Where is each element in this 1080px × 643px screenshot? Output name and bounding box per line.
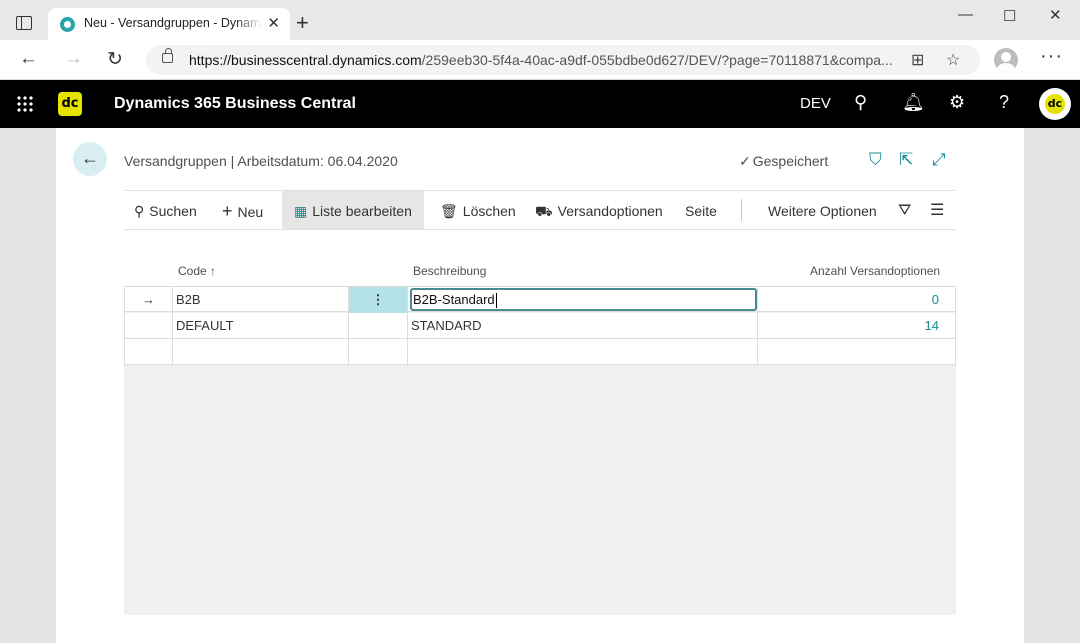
profile-avatar-icon[interactable] [994,48,1018,72]
list-view-icon[interactable]: ☰ [930,191,944,229]
code-cell[interactable] [173,339,349,365]
table-row[interactable]: → B2B ⋮ B2B-Standard 0 [124,286,956,313]
help-icon[interactable]: ? [999,92,1009,113]
edit-list-icon: ▦ [294,203,308,219]
business-central-favicon-icon [60,17,75,32]
url-text: https://businesscentral.dynamics.com/259… [189,52,893,68]
expand-icon[interactable]: ⤢ [932,150,946,170]
page-menu-button[interactable]: Seite [685,191,717,229]
close-tab-icon[interactable]: ✕ [267,14,280,32]
column-header-code[interactable]: Code ↑ [178,264,216,278]
forward-arrow-icon[interactable]: → [64,48,83,70]
checkmark-icon: ✓ [739,153,751,169]
app-available-icon[interactable]: ⊞ [911,50,924,70]
filter-icon[interactable]: ⛛ [898,191,911,229]
back-arrow-icon[interactable]: ← [19,48,38,70]
code-cell[interactable]: DEFAULT [173,313,349,339]
user-avatar[interactable]: dc [1039,88,1071,120]
app-header: dc Dynamics 365 Business Central DEV ⚲ 🔔… [0,80,1080,128]
description-input[interactable]: B2B-Standard [410,288,757,311]
new-button[interactable]: + Neu [222,191,263,229]
breadcrumb: Versandgruppen | Arbeitsdatum: 06.04.202… [124,153,398,169]
row-menu-cell[interactable] [349,313,408,339]
company-logo: dc [58,92,82,116]
url-input[interactable]: https://businesscentral.dynamics.com/259… [146,45,980,75]
bookmark-icon[interactable]: ⛉ [869,150,882,170]
search-button[interactable]: ⚲ Suchen [134,191,197,229]
browser-menu-icon[interactable]: ··· [1040,45,1063,68]
address-bar: ← → ↻ https://businesscentral.dynamics.c… [0,40,1080,80]
favorite-star-icon[interactable]: ☆ [946,50,960,70]
shipping-options-icon: ⛟ [535,203,553,219]
search-icon[interactable]: ⚲ [854,92,867,113]
back-button[interactable]: ← [73,142,107,176]
table-row[interactable]: DEFAULT STANDARD 14 [124,313,956,339]
settings-gear-icon[interactable]: ⚙ [949,92,965,113]
window-close-icon[interactable]: ✕ [1049,6,1062,24]
column-header-count[interactable]: Anzahl Versandoptionen [810,264,940,278]
description-cell[interactable]: STANDARD [408,313,758,339]
refresh-icon[interactable]: ↻ [107,48,123,71]
search-icon: ⚲ [134,203,145,219]
browser-tab-bar: Neu - Versandgruppen - Dynamics 365 Busi… [0,0,1080,40]
new-tab-icon[interactable]: + [296,10,309,36]
row-selector[interactable] [124,313,173,339]
app-launcher-icon[interactable] [16,95,34,113]
browser-tab[interactable]: Neu - Versandgruppen - Dynamics 365 Busi… [48,8,290,40]
row-menu-icon[interactable]: ⋮ [349,287,408,313]
maximize-icon[interactable]: ☐ [1003,7,1016,25]
saved-status: ✓ Gespeichert [739,153,829,169]
row-menu-cell[interactable] [349,339,408,365]
code-cell[interactable]: B2B [173,287,349,313]
new-row[interactable] [124,339,956,365]
count-cell[interactable] [758,339,956,365]
environment-label[interactable]: DEV [800,95,831,112]
delete-button[interactable]: 🗑︎ Löschen [440,191,516,229]
column-header-description[interactable]: Beschreibung [413,264,486,278]
minimize-icon[interactable]: — [958,6,973,23]
plus-icon: + [222,201,233,221]
edit-list-button[interactable]: ▦ Liste bearbeiten [282,191,424,229]
lock-icon [162,48,173,63]
tab-actions-icon[interactable] [16,16,32,30]
more-options-button[interactable]: Weitere Optionen [768,191,877,229]
shipping-options-count-link[interactable]: 14 [758,313,956,339]
action-bar: ⚲ Suchen + Neu ▦ Liste bearbeiten 🗑︎ Löschen… [124,190,956,230]
tab-title: Neu - Versandgruppen - Dynamics 365 Busi… [84,16,262,30]
description-cell[interactable] [408,339,758,365]
shipping-options-count-link[interactable]: 0 [758,287,956,313]
open-new-window-icon[interactable]: ⇱ [899,150,913,170]
shipping-options-button[interactable]: ⛟ Versandoptionen [535,191,663,229]
action-separator [741,199,742,221]
trash-icon: 🗑︎ [440,203,458,219]
row-selector[interactable] [124,339,173,365]
row-selector-arrow-icon[interactable]: → [124,287,173,313]
data-grid: → B2B ⋮ B2B-Standard 0 DEFAULT STANDARD … [124,286,956,615]
notification-bell-icon[interactable]: 🔔︎ [902,92,925,113]
app-title[interactable]: Dynamics 365 Business Central [114,95,356,113]
description-cell[interactable]: B2B-Standard [408,287,758,313]
text-cursor [495,293,497,309]
